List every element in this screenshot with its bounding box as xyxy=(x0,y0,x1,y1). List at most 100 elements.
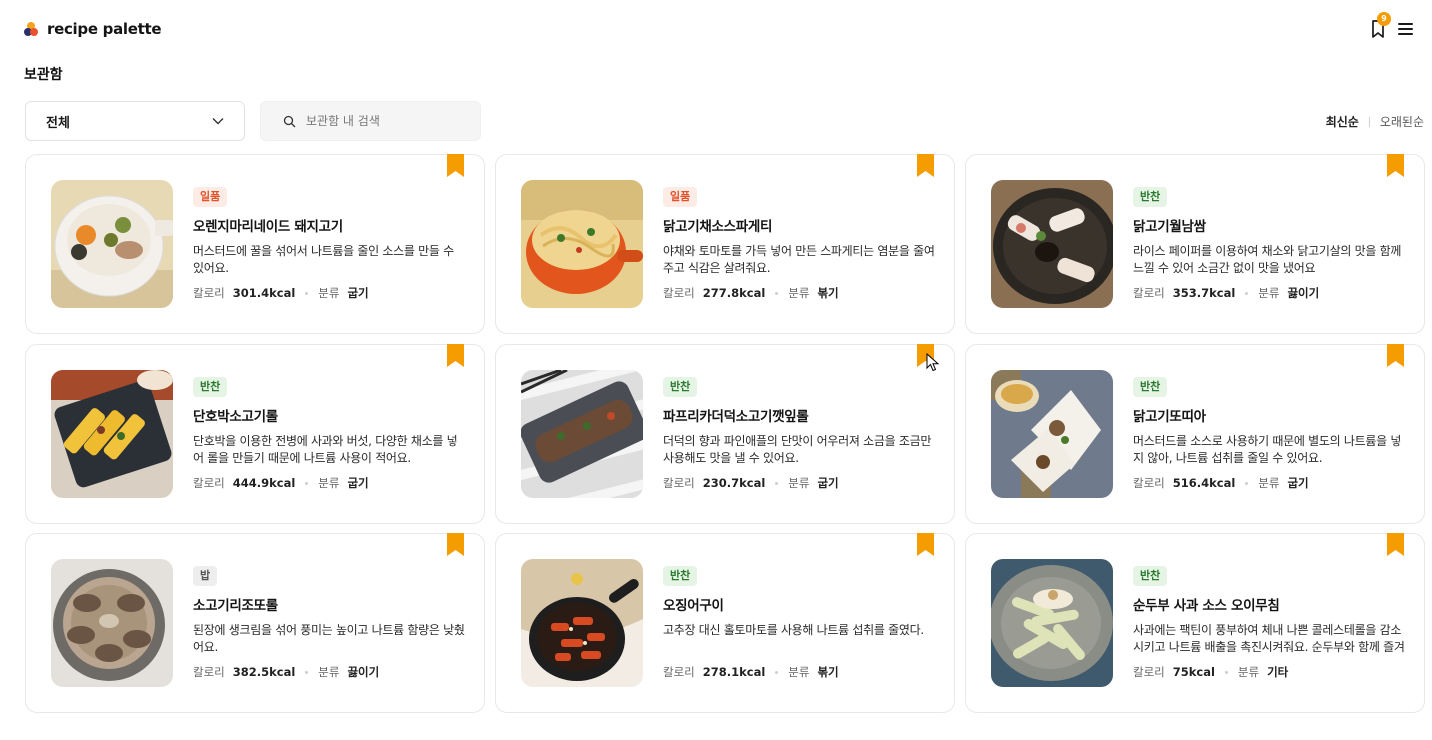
bookmark-ribbon-icon[interactable] xyxy=(447,344,464,367)
recipe-card[interactable]: 반찬 단호박소고기롤 단호박을 이용한 전병에 사과와 버섯, 다양한 채소를 … xyxy=(25,344,485,524)
calorie-value: 277.8kcal xyxy=(702,286,766,300)
meta-divider xyxy=(775,670,779,674)
calorie-label: 칼로리 xyxy=(1133,286,1165,300)
bookmark-ribbon-icon[interactable] xyxy=(1387,154,1404,177)
mouse-cursor-icon xyxy=(926,353,940,372)
method-label: 분류 xyxy=(1237,665,1260,679)
method-label: 분류 xyxy=(1258,476,1280,490)
method-value: 볶기 xyxy=(817,286,839,300)
recipe-description: 야채와 토마토를 가득 넣어 만든 스파게티는 염분을 줄여주고 식감은 살려줘… xyxy=(663,244,935,275)
recipe-title[interactable]: 오렌지마리네이드 돼지고기 xyxy=(193,215,465,235)
recipe-thumbnail[interactable] xyxy=(521,370,643,498)
method-value: 볶기 xyxy=(817,665,839,679)
calorie-value: 444.9kcal xyxy=(232,476,296,490)
menu-button[interactable] xyxy=(1398,19,1418,39)
recipe-card[interactable]: 반찬 파프리카더덕소고기깻잎롤 더덕의 향과 파인애플의 단맛이 어우러져 소금… xyxy=(495,344,955,524)
recipe-card[interactable]: 반찬 닭고기또띠아 머스터드를 소스로 사용하기 때문에 별도의 나트륨을 넣지… xyxy=(965,344,1425,524)
bookmark-ribbon-icon[interactable] xyxy=(447,533,464,556)
search-icon xyxy=(283,115,296,127)
logo[interactable]: recipe palette xyxy=(24,20,162,38)
app-name: recipe palette xyxy=(47,20,162,38)
recipe-thumbnail[interactable] xyxy=(51,370,173,498)
filter-selected-value: 전체 xyxy=(46,115,70,131)
category-tag: 반찬 xyxy=(193,377,228,397)
recipe-description: 고추장 대신 홀토마토를 사용해 나트륨 섭취를 줄였다. xyxy=(663,623,924,637)
recipe-thumbnail[interactable] xyxy=(991,370,1113,498)
calorie-label: 칼로리 xyxy=(663,286,695,300)
recipe-thumbnail[interactable] xyxy=(991,180,1113,308)
recipe-meta: 칼로리 301.4kcal 분류 굽기 xyxy=(193,285,465,301)
method-value: 끓이기 xyxy=(347,665,380,679)
hamburger-icon xyxy=(1398,23,1413,25)
category-tag: 일품 xyxy=(193,187,228,207)
meta-divider xyxy=(1224,670,1228,674)
recipe-title[interactable]: 닭고기월남쌈 xyxy=(1133,215,1405,235)
recipe-title[interactable]: 닭고기또띠아 xyxy=(1133,405,1405,425)
recipe-title[interactable]: 순두부 사과 소스 오이무침 xyxy=(1133,594,1405,614)
recipe-thumbnail[interactable] xyxy=(521,180,643,308)
recipe-description: 라이스 페이퍼를 이용하여 채소와 닭고기살의 맛을 함께 느낄 수 있어 소금… xyxy=(1133,244,1402,275)
method-label: 분류 xyxy=(318,286,340,300)
calorie-label: 칼로리 xyxy=(1133,665,1165,679)
method-label: 분류 xyxy=(1258,286,1280,300)
page-title: 보관함 xyxy=(24,67,63,83)
recipe-card[interactable]: 반찬 오징어구이 고추장 대신 홀토마토를 사용해 나트륨 섭취를 줄였다. 칼… xyxy=(495,533,955,713)
search-box[interactable] xyxy=(260,101,481,141)
bookmark-ribbon-icon[interactable] xyxy=(1387,533,1404,556)
calorie-value: 516.4kcal xyxy=(1172,476,1236,490)
recipe-title[interactable]: 오징어구이 xyxy=(663,594,935,614)
method-value: 굽기 xyxy=(817,476,839,490)
recipe-meta: 칼로리 75kcal 분류 기타 xyxy=(1133,664,1405,680)
bookmark-button[interactable]: 9 xyxy=(1368,12,1391,40)
recipe-card[interactable]: 반찬 닭고기월남쌈 라이스 페이퍼를 이용하여 채소와 닭고기살의 맛을 함께 … xyxy=(965,154,1425,334)
recipe-meta: 칼로리 278.1kcal 분류 볶기 xyxy=(663,664,935,680)
sort-newest[interactable]: 최신순 xyxy=(1326,113,1359,130)
calorie-label: 칼로리 xyxy=(193,665,225,679)
sort-oldest[interactable]: 오래된순 xyxy=(1380,113,1424,130)
category-tag: 일품 xyxy=(663,187,698,207)
recipe-meta: 칼로리 277.8kcal 분류 볶기 xyxy=(663,285,935,301)
meta-divider xyxy=(775,481,779,485)
calorie-label: 칼로리 xyxy=(663,665,695,679)
recipe-card[interactable]: 반찬 순두부 사과 소스 오이무침 사과에는 팩틴이 풍부하여 체내 나쁜 콜레… xyxy=(965,533,1425,713)
bookmark-ribbon-icon[interactable] xyxy=(1387,344,1404,367)
category-tag: 밥 xyxy=(193,566,218,586)
recipe-description: 사과에는 팩틴이 풍부하여 체내 나쁜 콜레스테롤을 감소시키고 나트륨 배출을… xyxy=(1133,623,1405,654)
category-tag: 반찬 xyxy=(1133,566,1168,586)
logo-mark-icon xyxy=(24,21,39,37)
search-input[interactable] xyxy=(306,114,456,128)
calorie-value: 278.1kcal xyxy=(702,665,766,679)
recipe-thumbnail[interactable] xyxy=(991,559,1113,687)
recipe-meta: 칼로리 382.5kcal 분류 끓이기 xyxy=(193,664,465,680)
category-tag: 반찬 xyxy=(663,377,698,397)
bookmark-count-badge: 9 xyxy=(1377,12,1391,26)
bookmark-ribbon-icon[interactable] xyxy=(447,154,464,177)
meta-divider xyxy=(305,291,309,295)
recipe-card[interactable]: 일품 닭고기채소스파게티 야채와 토마토를 가득 넣어 만든 스파게티는 염분을… xyxy=(495,154,955,334)
method-label: 분류 xyxy=(788,476,810,490)
bookmark-ribbon-icon[interactable] xyxy=(917,154,934,177)
meta-divider xyxy=(775,291,779,295)
recipe-title[interactable]: 소고기리조또롤 xyxy=(193,594,465,614)
method-label: 분류 xyxy=(318,665,340,679)
recipe-title[interactable]: 파프리카더덕소고기깻잎롤 xyxy=(663,405,935,425)
recipe-thumbnail[interactable] xyxy=(51,180,173,308)
calorie-value: 301.4kcal xyxy=(232,286,296,300)
meta-divider xyxy=(1245,481,1249,485)
recipe-title[interactable]: 단호박소고기롤 xyxy=(193,405,465,425)
calorie-value: 382.5kcal xyxy=(232,665,296,679)
recipe-thumbnail[interactable] xyxy=(51,559,173,687)
recipe-card[interactable]: 일품 오렌지마리네이드 돼지고기 머스터드에 꿀을 섞어서 나트륨을 줄인 소스… xyxy=(25,154,485,334)
category-filter-select[interactable]: 전체 xyxy=(25,101,245,141)
recipe-card[interactable]: 밥 소고기리조또롤 된장에 생크림을 섞어 풍미는 높이고 나트륨 함량은 낮췄… xyxy=(25,533,485,713)
method-label: 분류 xyxy=(788,665,810,679)
recipe-thumbnail[interactable] xyxy=(521,559,643,687)
method-value: 굽기 xyxy=(347,286,369,300)
calorie-value: 353.7kcal xyxy=(1172,286,1236,300)
recipe-title[interactable]: 닭고기채소스파게티 xyxy=(663,215,935,235)
bookmark-ribbon-icon[interactable] xyxy=(917,533,934,556)
recipe-meta: 칼로리 444.9kcal 분류 굽기 xyxy=(193,475,465,491)
calorie-label: 칼로리 xyxy=(193,286,225,300)
sort-divider xyxy=(1368,116,1370,127)
meta-divider xyxy=(305,670,309,674)
